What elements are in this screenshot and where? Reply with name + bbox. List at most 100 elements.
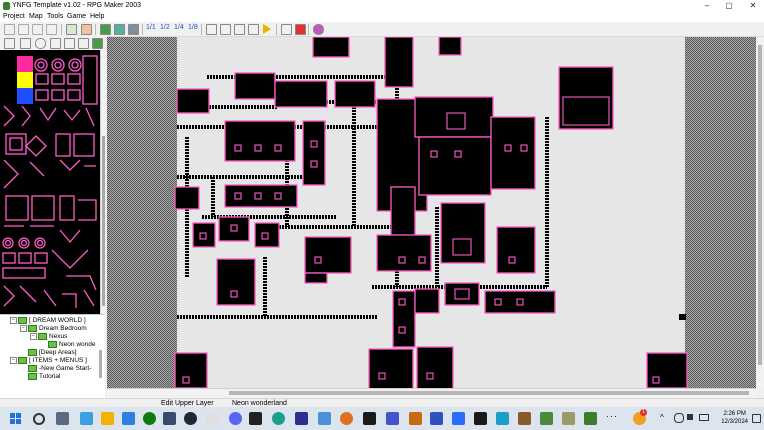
expander-icon[interactable]: − (10, 317, 17, 324)
upper-layer-icon[interactable] (114, 24, 125, 35)
fill-icon[interactable] (78, 38, 89, 49)
rectangle-icon[interactable] (50, 38, 61, 49)
open-project-icon[interactable] (18, 24, 29, 35)
shadow-icon[interactable] (92, 38, 103, 49)
tree-item-label: Nexus (49, 333, 68, 341)
tree-item-tutorial[interactable]: Tutorial (28, 373, 60, 381)
script-icon[interactable] (248, 24, 259, 35)
maximize-button[interactable]: ▢ (718, 0, 740, 12)
zoom-icon[interactable] (35, 38, 46, 49)
battery-icon[interactable] (699, 414, 709, 421)
zoom-1-1-button[interactable]: 1/1 (146, 24, 156, 31)
pencil-icon[interactable] (20, 38, 31, 49)
app-icon[interactable] (386, 412, 399, 425)
app-icon[interactable] (496, 412, 509, 425)
resource-icon[interactable] (81, 24, 92, 35)
start-icon[interactable] (10, 413, 22, 425)
more-apps-icon[interactable]: ··· (606, 411, 618, 421)
map-vscroll-thumb[interactable] (758, 45, 762, 365)
expander-icon[interactable]: − (20, 325, 27, 332)
volume-icon[interactable] (687, 414, 693, 420)
app-icon[interactable] (249, 412, 262, 425)
map-horizontal-scrollbar[interactable] (107, 388, 756, 398)
zoom-1-8-button[interactable]: 1/8 (188, 24, 198, 31)
expander-icon[interactable]: − (30, 333, 37, 340)
menu-game[interactable]: Game (67, 12, 86, 22)
blender-icon[interactable] (340, 412, 353, 425)
app-icon[interactable] (540, 412, 553, 425)
lower-layer-icon[interactable] (100, 24, 111, 35)
search-icon[interactable] (33, 413, 45, 425)
task-view-icon[interactable] (56, 412, 69, 425)
tree-item-label: [ ITEMS + MENUS ] (29, 357, 87, 365)
circle-icon[interactable] (64, 38, 75, 49)
tree-item-dream-world[interactable]: − [ DREAM WORLD ] (10, 317, 86, 325)
search-event-icon[interactable] (234, 24, 245, 35)
fullscreen-icon[interactable] (281, 24, 292, 35)
event-layer-icon[interactable] (128, 24, 139, 35)
app-icon[interactable] (163, 412, 176, 425)
clock-time: 2:26 PM (723, 411, 746, 417)
app-icon[interactable] (474, 412, 487, 425)
app-icon[interactable] (430, 412, 443, 425)
title-screen-icon[interactable] (295, 24, 306, 35)
app-icon[interactable] (295, 412, 308, 425)
tree-scrollbar[interactable] (99, 350, 102, 378)
grid-icon[interactable] (206, 24, 217, 35)
xbox-icon[interactable] (143, 412, 156, 425)
sound-icon[interactable] (313, 24, 324, 35)
close-project-icon[interactable] (32, 24, 43, 35)
rpg-maker-icon[interactable] (584, 412, 597, 425)
save-icon[interactable] (46, 24, 57, 35)
database-icon[interactable] (66, 24, 77, 35)
zoom-1-2-button[interactable]: 1/2 (160, 24, 170, 31)
edge-icon[interactable] (122, 412, 135, 425)
app-icon[interactable] (518, 412, 531, 425)
map-hscroll-thumb[interactable] (229, 391, 749, 395)
map-tree-icon[interactable] (220, 24, 231, 35)
app-icon[interactable] (363, 412, 376, 425)
zoom-1-4-button[interactable]: 1/4 (174, 24, 184, 31)
map-icon (28, 365, 37, 372)
tree-item-dream-bedroom[interactable]: − Dream Bedroom (20, 325, 87, 333)
minimize-button[interactable]: – (696, 0, 718, 12)
app-icon[interactable] (272, 412, 285, 425)
select-icon[interactable] (4, 38, 15, 49)
steam-icon[interactable] (184, 412, 197, 425)
menu-help[interactable]: Help (90, 12, 104, 22)
tree-item-deep-areas[interactable]: [Deep Areas] (28, 349, 77, 357)
expander-icon[interactable]: − (10, 357, 17, 364)
tree-item-items-menus[interactable]: − [ ITEMS + MENUS ] (10, 357, 87, 365)
folder-icon (28, 349, 37, 356)
palette-scrollbar[interactable] (100, 50, 106, 314)
menu-tools[interactable]: Tools (47, 12, 63, 22)
tree-item-nexus[interactable]: − Nexus (30, 333, 67, 341)
clock[interactable]: 2:26 PM 12/3/2024 (721, 410, 748, 426)
app-icon[interactable] (206, 412, 219, 425)
tree-item-neon-wonderland[interactable]: Neon wonde (48, 341, 96, 349)
tile-palette[interactable] (0, 50, 100, 314)
play-test-icon[interactable] (263, 24, 271, 34)
folder-icon (18, 317, 27, 324)
map-tree: −[ DREAM WORLD ] − Dream Bedroom − Nexus N… (0, 314, 105, 399)
new-project-icon[interactable] (4, 24, 15, 35)
map-canvas[interactable] (107, 37, 756, 388)
chevron-up-icon[interactable]: ^ (660, 413, 664, 422)
menu-map[interactable]: Map (29, 12, 43, 22)
map-vertical-scrollbar[interactable] (756, 37, 764, 388)
menu-project[interactable]: Project (3, 12, 25, 22)
app-icon[interactable] (562, 412, 575, 425)
widgets-icon[interactable] (80, 412, 93, 425)
close-button[interactable]: ✕ (742, 0, 764, 12)
discord-icon[interactable] (229, 412, 242, 425)
toolbar-divider (201, 24, 202, 35)
palette-scroll-thumb[interactable] (102, 136, 105, 306)
app-icon[interactable] (452, 412, 465, 425)
notifications-icon[interactable] (752, 414, 761, 423)
file-explorer-icon[interactable] (101, 412, 114, 425)
app-icon[interactable] (318, 412, 331, 425)
map-view (107, 37, 756, 388)
app-icon[interactable] (409, 412, 422, 425)
wifi-icon[interactable] (674, 413, 684, 423)
tree-item-new-game-start[interactable]: -New Game Start- (28, 365, 91, 373)
